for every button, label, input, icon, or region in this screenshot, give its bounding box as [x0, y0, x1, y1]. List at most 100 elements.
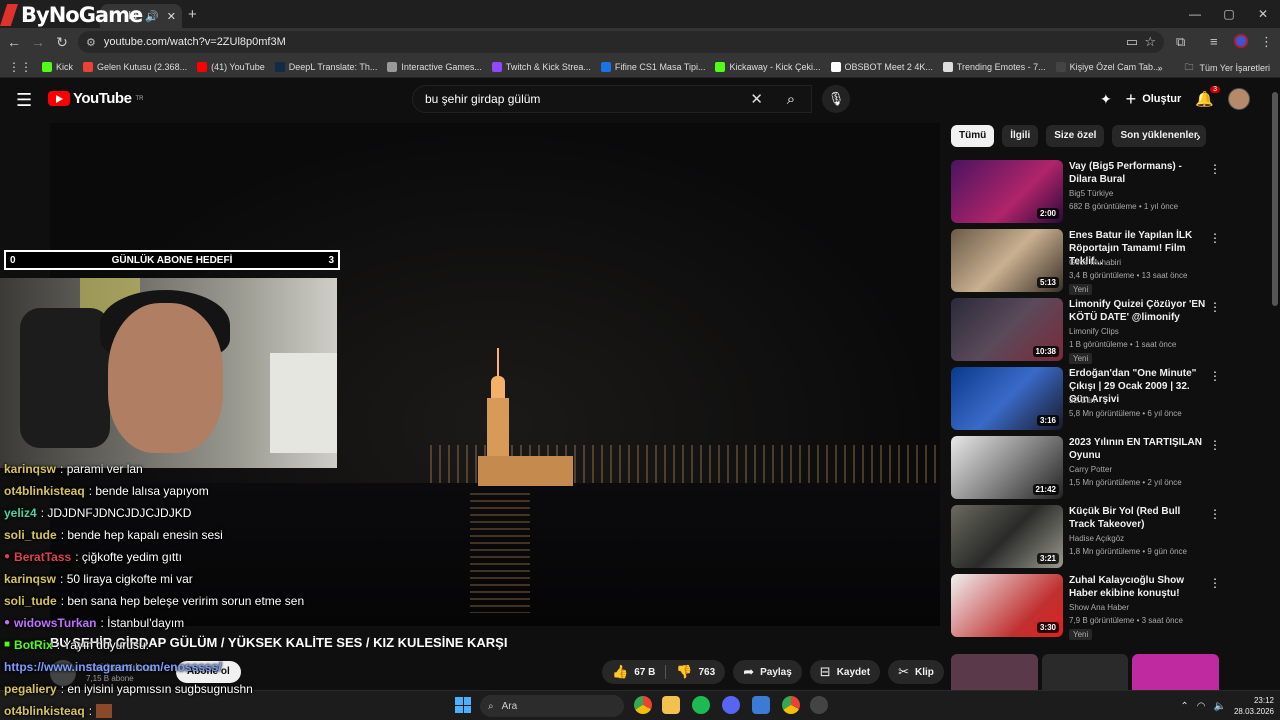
recommended-video-title[interactable]: Zuhal Kalaycıoğlu Show Haber ekibine kon…: [1069, 574, 1209, 600]
video-thumbnail[interactable]: 3:21: [951, 505, 1063, 568]
recommended-channel[interactable]: Gece Muhabiri: [1069, 258, 1121, 267]
bookmark-item[interactable]: Twitch & Kick Strea...: [491, 61, 591, 72]
recommended-video-title[interactable]: Limonify Quizei Çözüyor 'EN KÖTÜ DATE' @…: [1069, 298, 1209, 324]
hamburger-menu-icon[interactable]: ☰: [16, 90, 32, 111]
back-icon[interactable]: ←: [6, 34, 22, 50]
filter-chip[interactable]: İlgili: [1002, 125, 1039, 147]
volume-icon[interactable]: 🔈: [1214, 701, 1226, 712]
filter-chip[interactable]: Son yüklenenler: [1112, 125, 1206, 147]
bookmark-item[interactable]: OBSBOT Meet 2 4K...: [830, 61, 933, 72]
more-options-icon[interactable]: ⋮: [1209, 300, 1221, 314]
video-thumbnail[interactable]: 21:42: [951, 436, 1063, 499]
video-thumbnail[interactable]: 3:16: [951, 367, 1063, 430]
bookmark-item[interactable]: Kişiye Özel Cam Tab...: [1055, 61, 1160, 72]
youtube-logo[interactable]: YouTube TR: [48, 90, 143, 107]
recommended-channel[interactable]: Big5 Türkiye: [1069, 189, 1113, 198]
recommended-video[interactable]: 5:13 Enes Batur ile Yapılan İLK Röportajı…: [951, 229, 1231, 295]
bookmark-item[interactable]: (41) YouTube: [197, 61, 265, 72]
more-options-icon[interactable]: ⋮: [1209, 231, 1221, 245]
extensions-icon[interactable]: ⧉: [1176, 34, 1185, 50]
minimize-icon[interactable]: —: [1178, 0, 1212, 28]
recommended-video[interactable]: 3:21 Küçük Bir Yol (Red Bull Track Takeov…: [951, 505, 1231, 569]
recommended-channel[interactable]: Show Ana Haber: [1069, 603, 1129, 612]
share-button[interactable]: ➦ Paylaş: [733, 660, 802, 684]
voice-search-button[interactable]: 🎙: [822, 85, 850, 113]
more-options-icon[interactable]: ⋮: [1209, 438, 1221, 452]
more-recommendations-row[interactable]: [951, 654, 1220, 690]
address-bar[interactable]: ⚙ youtube.com/watch?v=2ZUl8p0mf3M ☆ ▭: [78, 31, 1164, 53]
bookmark-item[interactable]: Interactive Games...: [387, 61, 482, 72]
close-window-icon[interactable]: ✕: [1246, 0, 1280, 28]
like-button[interactable]: 👍 67 B: [602, 660, 665, 684]
bookmark-item[interactable]: Kickaway - Kick Çeki...: [715, 61, 821, 72]
file-explorer-icon[interactable]: [662, 696, 680, 714]
more-options-icon[interactable]: ⋮: [1209, 162, 1221, 176]
recommended-video[interactable]: 10:38 Limonify Quizei Çözüyor 'EN KÖTÜ DA…: [951, 298, 1231, 364]
video-thumbnail[interactable]: [1132, 654, 1220, 690]
browser-menu-icon[interactable]: ⋮: [1260, 34, 1273, 50]
video-thumbnail[interactable]: 10:38: [951, 298, 1063, 361]
chevron-double-right-icon[interactable]: »: [1157, 63, 1162, 73]
profile-icon[interactable]: [1234, 34, 1248, 48]
video-thumbnail[interactable]: 3:30: [951, 574, 1063, 637]
video-thumbnail[interactable]: [951, 654, 1038, 690]
chrome-active-icon[interactable]: [782, 696, 800, 714]
site-info-icon[interactable]: ⚙: [86, 36, 96, 49]
search-input[interactable]: [425, 92, 745, 106]
recommended-video[interactable]: 2:00 Vay (Big5 Performans) - Dilara Bural…: [951, 160, 1231, 224]
forward-icon[interactable]: →: [30, 34, 46, 50]
recommended-video[interactable]: 3:30 Zuhal Kalaycıoğlu Show Haber ekibine…: [951, 574, 1231, 640]
discord-icon[interactable]: [722, 696, 740, 714]
create-button[interactable]: + Oluştur: [1126, 89, 1182, 110]
recommended-video-title[interactable]: Küçük Bir Yol (Red Bull Track Takeover): [1069, 505, 1209, 531]
page-scrollbar[interactable]: [1272, 92, 1278, 306]
apps-grid-icon[interactable]: ⋮⋮: [8, 60, 32, 74]
close-tab-icon[interactable]: ✕: [167, 10, 176, 23]
more-options-icon[interactable]: ⋮: [1209, 507, 1221, 521]
account-avatar[interactable]: [1228, 88, 1250, 110]
cast-icon[interactable]: ▭: [1126, 34, 1138, 50]
dislike-button[interactable]: 👎 763: [666, 660, 725, 684]
recommended-video[interactable]: 21:42 2023 Yılının EN TARTIŞILAN Oyunu Car…: [951, 436, 1231, 500]
filter-chip[interactable]: Tümü: [951, 125, 995, 147]
recommended-video-title[interactable]: 2023 Yılının EN TARTIŞILAN Oyunu: [1069, 436, 1209, 462]
search-button[interactable]: ⌕: [770, 85, 812, 113]
save-button[interactable]: ⊟ Kaydet: [809, 660, 881, 684]
bookmark-item[interactable]: Fifine CS1 Masa Tipi...: [600, 61, 705, 72]
bookmark-item[interactable]: DeepL Translate: Th...: [274, 61, 377, 72]
clock[interactable]: 23:12 28.03.2026: [1234, 695, 1274, 717]
media-icon[interactable]: ≡: [1210, 34, 1218, 49]
more-options-icon[interactable]: ⋮: [1209, 576, 1221, 590]
bookmark-item[interactable]: Gelen Kutusu (2.368...: [83, 61, 187, 72]
recommended-video[interactable]: 3:16 Erdoğan'dan "One Minute" Çıkışı | 29…: [951, 367, 1231, 431]
bookmark-item[interactable]: Kick: [42, 61, 73, 72]
video-thumbnail[interactable]: 5:13: [951, 229, 1063, 292]
spotify-icon[interactable]: [692, 696, 710, 714]
all-bookmarks-folder[interactable]: » 🗀 Tüm Yer İşaretleri: [1157, 60, 1270, 76]
filter-chip[interactable]: Size özel: [1046, 125, 1105, 147]
wifi-icon[interactable]: ◠: [1197, 701, 1206, 712]
recommended-channel[interactable]: 32.Gün: [1069, 396, 1095, 405]
clip-button[interactable]: ✂ Klip: [888, 660, 944, 684]
bookmark-item[interactable]: Trending Emotes - 7...: [942, 61, 1046, 72]
more-options-icon[interactable]: ⋮: [1209, 369, 1221, 383]
maximize-icon[interactable]: ▢: [1212, 0, 1246, 28]
video-thumbnail[interactable]: [1041, 654, 1129, 690]
notifications-button[interactable]: 🔔 3: [1195, 86, 1220, 108]
sticker-icon[interactable]: ✦: [1100, 91, 1112, 108]
video-thumbnail[interactable]: 2:00: [951, 160, 1063, 223]
app-icon[interactable]: [752, 696, 770, 714]
chrome-icon[interactable]: [634, 696, 652, 714]
speaker-icon[interactable]: 🔊: [145, 10, 159, 23]
reload-icon[interactable]: ↻: [54, 34, 70, 51]
new-tab-button[interactable]: +: [188, 6, 197, 23]
chevron-up-icon[interactable]: ⌃: [1180, 701, 1188, 712]
obs-icon[interactable]: [810, 696, 828, 714]
bookmark-star-icon[interactable]: ☆: [1144, 34, 1156, 50]
recommended-channel[interactable]: Limonify Clips: [1069, 327, 1119, 336]
recommended-channel[interactable]: Carry Potter: [1069, 465, 1112, 474]
clear-search-icon[interactable]: ✕: [750, 90, 763, 108]
recommended-channel[interactable]: Hadise Açıkgöz: [1069, 534, 1124, 543]
chevron-right-icon[interactable]: ›: [1196, 128, 1201, 144]
recommended-video-title[interactable]: Vay (Big5 Performans) - Dilara Bural: [1069, 160, 1209, 186]
